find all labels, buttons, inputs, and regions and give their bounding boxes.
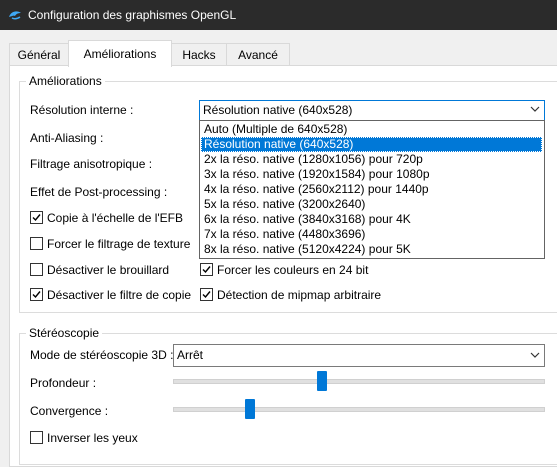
checkmark-icon: [32, 214, 41, 222]
depth-slider-track[interactable]: [173, 379, 545, 384]
resolution-option[interactable]: 2x la réso. native (1280x1056) pour 720p: [201, 152, 542, 167]
resolution-dropdown-list: Auto (Multiple de 640x528) Résolution nat…: [199, 120, 545, 259]
stereo-group-title: Stéréoscopie: [26, 326, 103, 340]
stereo-mode-value: Arrêt: [177, 348, 204, 362]
dolphin-app-icon: [9, 11, 21, 20]
postprocessing-label: Effet de Post-processing :: [30, 185, 168, 199]
resolution-option[interactable]: 4x la réso. native (2560x2112) pour 1440…: [201, 182, 542, 197]
resolution-option[interactable]: 5x la réso. native (3200x2640): [201, 197, 542, 212]
disable-fog-checkbox[interactable]: [30, 263, 43, 276]
resolution-option[interactable]: 6x la réso. native (3840x3168) pour 4K: [201, 212, 542, 227]
depth-label: Profondeur :: [30, 376, 97, 390]
anisotropic-label: Filtrage anisotropique :: [30, 157, 153, 171]
window-title: Configuration des graphismes OpenGL: [28, 8, 237, 22]
convergence-slider-thumb[interactable]: [245, 399, 255, 419]
resolution-option[interactable]: Résolution native (640x528): [201, 137, 542, 152]
chevron-down-icon: [530, 106, 540, 112]
copy-efb-checkbox[interactable]: [30, 211, 43, 224]
force-24bit-label: Forcer les couleurs en 24 bit: [217, 263, 369, 277]
checkmark-icon: [202, 291, 211, 299]
force-texture-label: Forcer le filtrage de texture: [47, 237, 191, 251]
ameliorations-group-title: Améliorations: [26, 74, 105, 88]
checkmark-icon: [32, 291, 41, 299]
convergence-slider-track[interactable]: [173, 407, 545, 412]
stereo-mode-label: Mode de stéréoscopie 3D :: [30, 348, 174, 362]
window-titlebar: Configuration des graphismes OpenGL: [0, 0, 557, 30]
antialiasing-label: Anti-Aliasing :: [30, 131, 104, 145]
checkmark-icon: [202, 266, 211, 274]
resolution-select[interactable]: Résolution native (640x528): [199, 100, 545, 121]
depth-slider-thumb[interactable]: [317, 371, 327, 391]
resolution-option[interactable]: Auto (Multiple de 640x528): [201, 122, 542, 137]
resolution-option[interactable]: 7x la réso. native (4480x3696): [201, 227, 542, 242]
stereo-mode-select[interactable]: Arrêt: [173, 344, 545, 367]
resolution-label: Résolution interne :: [30, 103, 134, 117]
tab-avance[interactable]: Avancé: [226, 43, 290, 66]
disable-copy-filter-checkbox[interactable]: [30, 288, 43, 301]
resolution-option[interactable]: 8x la réso. native (5120x4224) pour 5K: [201, 242, 542, 257]
tab-hacks[interactable]: Hacks: [171, 43, 227, 66]
convergence-label: Convergence :: [30, 404, 109, 418]
force-texture-checkbox[interactable]: [30, 237, 43, 250]
disable-fog-label: Désactiver le brouillard: [47, 263, 170, 277]
resolution-option[interactable]: 3x la réso. native (1920x1584) pour 1080…: [201, 167, 542, 182]
chevron-down-icon: [530, 352, 540, 358]
invert-eyes-label: Inverser les yeux: [47, 431, 138, 445]
force-24bit-checkbox[interactable]: [200, 263, 213, 276]
mipmap-detection-checkbox[interactable]: [200, 288, 213, 301]
mipmap-detection-label: Détection de mipmap arbitraire: [217, 288, 382, 302]
disable-copy-filter-label: Désactiver le filtre de copie: [47, 288, 192, 302]
tab-general[interactable]: Général: [9, 43, 69, 66]
tab-ameliorations[interactable]: Améliorations: [68, 40, 172, 67]
invert-eyes-checkbox[interactable]: [30, 431, 43, 444]
copy-efb-label: Copie à l'échelle de l'EFB: [47, 211, 183, 225]
resolution-select-value: Résolution native (640x528): [203, 103, 353, 117]
